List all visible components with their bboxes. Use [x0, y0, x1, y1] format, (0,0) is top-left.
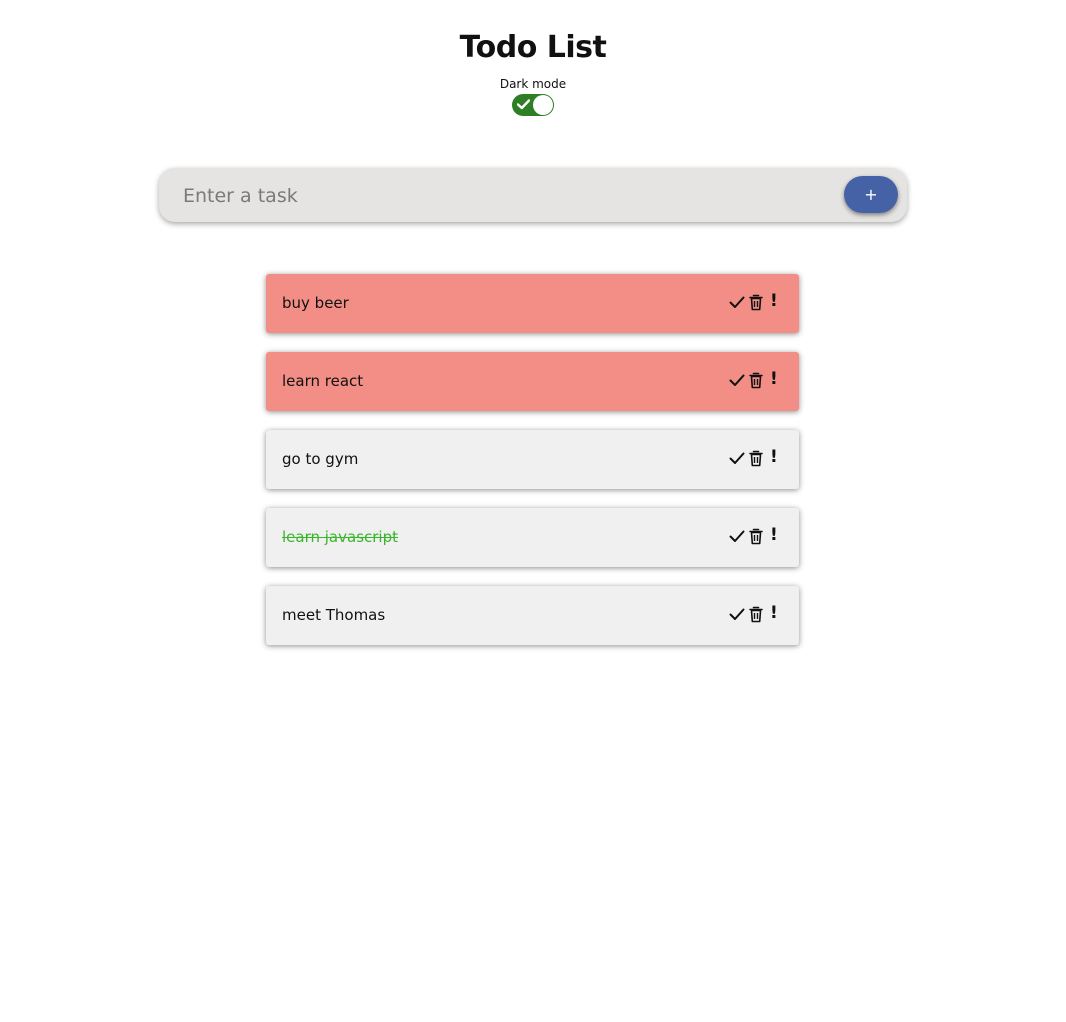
add-task-button[interactable]: +: [844, 176, 898, 213]
check-icon[interactable]: [729, 449, 745, 467]
check-icon[interactable]: [729, 293, 745, 311]
toggle-knob[interactable]: [533, 95, 553, 115]
trash-icon[interactable]: [749, 449, 763, 467]
page-title: Todo List: [459, 30, 607, 65]
todo-text: learn javascript: [282, 528, 398, 546]
trash-icon[interactable]: [749, 293, 763, 311]
todo-text: go to gym: [282, 450, 359, 468]
trash-icon[interactable]: [749, 605, 763, 623]
todo-item: meet Thomas !: [266, 586, 799, 645]
check-icon[interactable]: [729, 371, 745, 389]
task-input[interactable]: [181, 177, 825, 215]
dark-mode-toggle[interactable]: [512, 94, 554, 116]
todo-item: learn react !: [266, 352, 799, 411]
check-icon[interactable]: [729, 605, 745, 623]
todo-text: meet Thomas: [282, 606, 386, 624]
check-icon[interactable]: [729, 527, 745, 545]
todo-app: Todo List Dark mode + buy beer ! learn r…: [0, 0, 1066, 1022]
trash-icon[interactable]: [749, 527, 763, 545]
exclamation-icon[interactable]: !: [770, 605, 778, 623]
check-icon: [517, 99, 530, 110]
exclamation-icon[interactable]: !: [770, 527, 778, 545]
todo-item: go to gym !: [266, 430, 799, 489]
todo-item: buy beer !: [266, 274, 799, 333]
todo-text: learn react: [282, 372, 364, 390]
dark-mode-label: Dark mode: [499, 77, 567, 91]
exclamation-icon[interactable]: !: [770, 293, 778, 311]
todo-text: buy beer: [282, 294, 349, 312]
todo-list: buy beer ! learn react ! go to gym ! lea…: [266, 274, 799, 664]
exclamation-icon[interactable]: !: [770, 449, 778, 467]
task-form: +: [159, 168, 907, 222]
todo-item: learn javascript !: [266, 508, 799, 567]
exclamation-icon[interactable]: !: [770, 371, 778, 389]
trash-icon[interactable]: [749, 371, 763, 389]
